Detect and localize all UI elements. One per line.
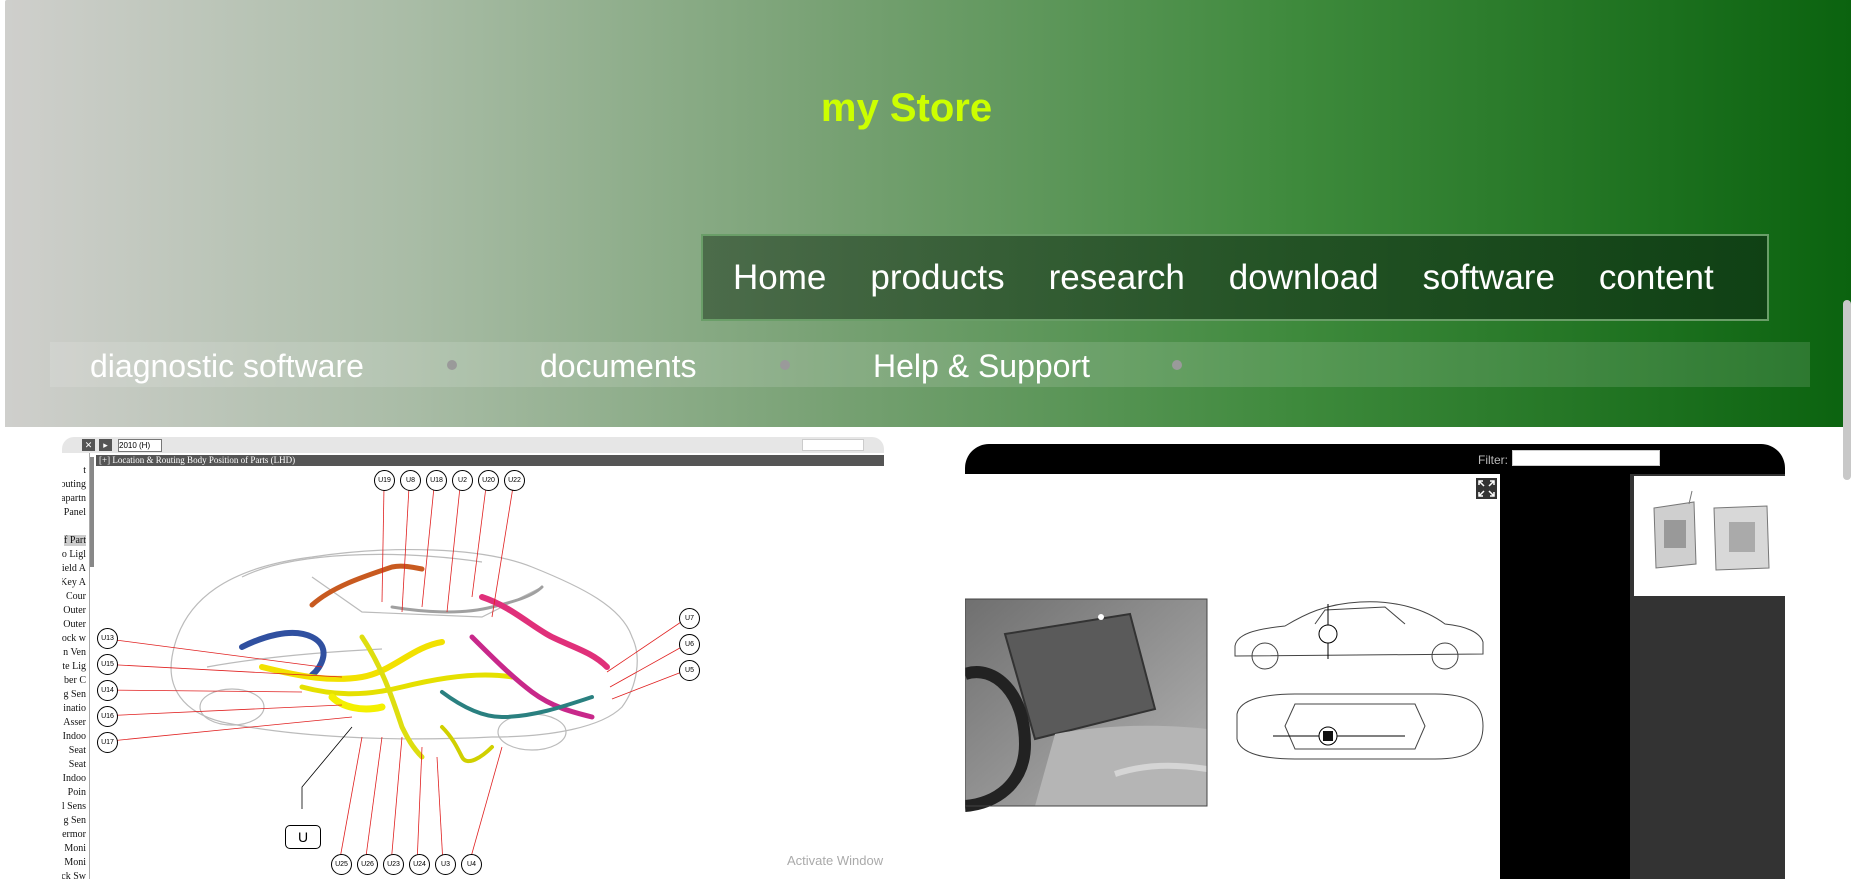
legend-leader — [301, 726, 353, 809]
callout-u20[interactable]: U20 — [478, 470, 499, 491]
filter-bar: Filter: — [965, 444, 1785, 474]
callout-u14[interactable]: U14 — [97, 680, 118, 701]
page-scrollbar[interactable] — [1843, 300, 1851, 480]
sedan-side-view — [1234, 601, 1484, 670]
separator-dot — [447, 360, 457, 370]
site-title[interactable]: my Store — [5, 86, 1808, 131]
interior-photo — [965, 599, 1208, 812]
callout-u16[interactable]: U16 — [97, 706, 118, 727]
sub-nav: diagnostic software documents Help & Sup… — [50, 342, 1810, 387]
thumbnail[interactable] — [1634, 476, 1785, 596]
nav-research[interactable]: research — [1049, 258, 1185, 298]
subnav-diagnostic-software[interactable]: diagnostic software — [90, 348, 364, 385]
main-nav: Home products research download software… — [701, 234, 1769, 321]
product-card-wiring-diagram[interactable]: ✕ ▸ 2010 (H) t outing apartn Panel f Part o L… — [62, 437, 884, 879]
filter-input[interactable] — [1512, 450, 1660, 466]
legend-box[interactable]: U — [285, 825, 321, 849]
callout-u23[interactable]: U23 — [383, 854, 404, 875]
callout-u8[interactable]: U8 — [400, 470, 421, 491]
callout-u6[interactable]: U6 — [679, 634, 700, 655]
image-viewer — [965, 474, 1500, 879]
callout-u25[interactable]: U25 — [331, 854, 352, 875]
callout-u15[interactable]: U15 — [97, 654, 118, 675]
callout-u13[interactable]: U13 — [97, 628, 118, 649]
filter-label: Filter: — [1478, 453, 1508, 467]
preview-panel — [1500, 474, 1630, 879]
callout-u2[interactable]: U2 — [452, 470, 473, 491]
subnav-documents[interactable]: documents — [540, 348, 697, 385]
subnav-help-support[interactable]: Help & Support — [873, 348, 1090, 385]
callout-u19[interactable]: U19 — [374, 470, 395, 491]
nav-download[interactable]: download — [1229, 258, 1379, 298]
product-card-parts-viewer[interactable]: Filter: — [965, 444, 1785, 879]
callout-u26[interactable]: U26 — [357, 854, 378, 875]
separator-dot — [780, 360, 790, 370]
thumbnail-strip — [1630, 474, 1785, 879]
callout-u5[interactable]: U5 — [679, 660, 700, 681]
separator-dot — [1172, 360, 1182, 370]
nav-home[interactable]: Home — [733, 258, 826, 298]
nav-software[interactable]: software — [1423, 258, 1555, 298]
vehicle-illustrations — [965, 598, 1484, 812]
leader-lines — [99, 486, 688, 865]
sedan-top-view — [1236, 693, 1484, 760]
callout-u18[interactable]: U18 — [426, 470, 447, 491]
callout-u7[interactable]: U7 — [679, 608, 700, 629]
callout-u17[interactable]: U17 — [97, 732, 118, 753]
callout-u4[interactable]: U4 — [461, 854, 482, 875]
callout-u3[interactable]: U3 — [435, 854, 456, 875]
watermark: Activate Window — [787, 853, 884, 868]
nav-products[interactable]: products — [870, 258, 1004, 298]
wiring-diagram — [99, 486, 688, 865]
callout-u22[interactable]: U22 — [504, 470, 525, 491]
nav-content[interactable]: content — [1599, 258, 1714, 298]
site-header: my Store Home products research download… — [5, 0, 1851, 427]
callout-u24[interactable]: U24 — [409, 854, 430, 875]
